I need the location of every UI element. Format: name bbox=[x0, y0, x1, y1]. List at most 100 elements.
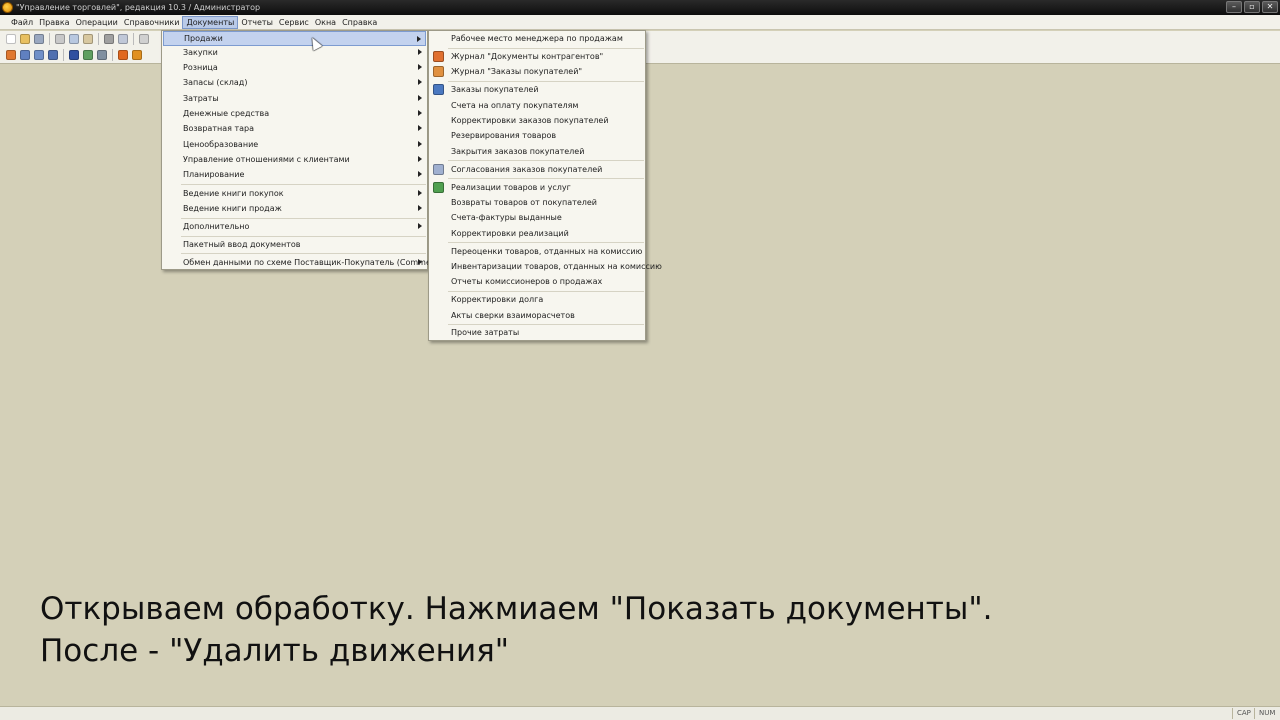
panel-icon-4[interactable] bbox=[48, 50, 58, 60]
copy-icon[interactable] bbox=[69, 34, 79, 44]
menu-help[interactable]: Справка bbox=[339, 16, 380, 29]
submenu-arrow-icon bbox=[418, 49, 422, 55]
menu-item-planning[interactable]: Планирование bbox=[163, 167, 426, 182]
menu-item-commerceml[interactable]: Обмен данными по схеме Поставщик-Покупат… bbox=[163, 255, 458, 270]
submenu-arrow-icon bbox=[418, 190, 422, 196]
submenu-item-reservations[interactable]: Резервирования товаров bbox=[430, 128, 644, 143]
panel-icon-2[interactable] bbox=[20, 50, 30, 60]
submenu-item-order-closings[interactable]: Закрытия заказов покупателей bbox=[430, 144, 644, 159]
menu-item-label: Ведение книги покупок bbox=[183, 189, 284, 198]
order-document-icon bbox=[433, 84, 444, 95]
submenu-arrow-icon bbox=[417, 36, 421, 42]
submenu-item-sales-of-goods[interactable]: Реализации товаров и услуг bbox=[430, 180, 644, 195]
caps-lock-indicator: CAP bbox=[1232, 708, 1255, 719]
menu-separator bbox=[181, 253, 426, 254]
orange-gear-icon[interactable] bbox=[118, 50, 128, 60]
menu-catalogs[interactable]: Справочники bbox=[121, 16, 183, 29]
menu-item-batch-input[interactable]: Пакетный ввод документов bbox=[163, 237, 426, 252]
menu-item-cash[interactable]: Денежные средства bbox=[163, 106, 426, 121]
open-folder-icon[interactable] bbox=[20, 34, 30, 44]
minimize-button[interactable]: – bbox=[1226, 1, 1242, 13]
menu-item-crm[interactable]: Управление отношениями с клиентами bbox=[163, 152, 426, 167]
subtitle-line-1: Открываем обработку. Нажмиаем "Показать … bbox=[40, 591, 993, 627]
print-icon[interactable] bbox=[104, 34, 114, 44]
menu-item-label: Ведение книги продаж bbox=[183, 204, 282, 213]
menu-item-returnable-tare[interactable]: Возвратная тара bbox=[163, 121, 426, 136]
submenu-item-commission-inventories[interactable]: Инвентаризации товаров, отданных на коми… bbox=[430, 259, 662, 274]
users-icon[interactable] bbox=[69, 50, 79, 60]
submenu-item-journal-customer-orders[interactable]: Журнал "Заказы покупателей" bbox=[430, 64, 644, 79]
submenu-item-commission-revaluations[interactable]: Переоценки товаров, отданных на комиссию bbox=[430, 244, 644, 259]
submenu-arrow-icon bbox=[418, 205, 422, 211]
submenu-item-debt-adjustments[interactable]: Корректировки долга bbox=[430, 292, 644, 307]
menu-item-additional[interactable]: Дополнительно bbox=[163, 219, 426, 234]
panel-icon-1[interactable] bbox=[6, 50, 16, 60]
menu-item-stock[interactable]: Запасы (склад) bbox=[163, 75, 426, 90]
submenu-item-label: Переоценки товаров, отданных на комиссию bbox=[451, 247, 643, 256]
submenu-item-customer-returns[interactable]: Возвраты товаров от покупателей bbox=[430, 195, 644, 210]
submenu-arrow-icon bbox=[418, 125, 422, 131]
save-icon[interactable] bbox=[34, 34, 44, 44]
menu-service[interactable]: Сервис bbox=[276, 16, 312, 29]
submenu-item-label: Прочие затраты bbox=[451, 328, 520, 337]
maximize-button[interactable]: ▫ bbox=[1244, 1, 1260, 13]
menu-item-pricing[interactable]: Ценообразование bbox=[163, 137, 426, 152]
close-button[interactable]: ✕ bbox=[1262, 1, 1278, 13]
submenu-item-issued-invoices[interactable]: Счета-фактуры выданные bbox=[430, 210, 644, 225]
submenu-item-label: Заказы покупателей bbox=[451, 85, 539, 94]
submenu-item-sales-adjustments[interactable]: Корректировки реализаций bbox=[430, 226, 644, 241]
menu-separator bbox=[448, 178, 644, 179]
window-controls: – ▫ ✕ bbox=[1226, 1, 1278, 13]
orange-tool-icon[interactable] bbox=[132, 50, 142, 60]
undo-icon[interactable] bbox=[139, 34, 149, 44]
submenu-item-commissioner-reports[interactable]: Отчеты комиссионеров о продажах bbox=[430, 274, 644, 289]
submenu-item-label: Корректировки реализаций bbox=[451, 229, 569, 238]
submenu-item-journal-counterparty-docs[interactable]: Журнал "Документы контрагентов" bbox=[430, 49, 644, 64]
submenu-item-order-adjustments[interactable]: Корректировки заказов покупателей bbox=[430, 113, 644, 128]
menu-file[interactable]: Файл bbox=[8, 16, 36, 29]
menu-item-label: Пакетный ввод документов bbox=[183, 240, 301, 249]
menu-windows[interactable]: Окна bbox=[312, 16, 339, 29]
grid-icon[interactable] bbox=[83, 50, 93, 60]
menu-reports[interactable]: Отчеты bbox=[238, 16, 276, 29]
menu-operations[interactable]: Операции bbox=[73, 16, 121, 29]
submenu-item-customer-orders[interactable]: Заказы покупателей bbox=[430, 82, 644, 97]
menu-item-label: Дополнительно bbox=[183, 222, 250, 231]
menu-item-retail[interactable]: Розница bbox=[163, 60, 426, 75]
menu-item-purchases[interactable]: Закупки bbox=[163, 45, 426, 60]
paste-icon[interactable] bbox=[83, 34, 93, 44]
approval-icon bbox=[433, 164, 444, 175]
menu-documents[interactable]: Документы bbox=[182, 15, 239, 29]
submenu-arrow-icon bbox=[418, 64, 422, 70]
menu-item-label: Продажи bbox=[184, 34, 223, 43]
documents-dropdown: Продажи Закупки Розница Запасы (склад) З… bbox=[161, 30, 458, 270]
submenu-arrow-icon bbox=[418, 259, 422, 265]
journal-icon bbox=[433, 66, 444, 77]
menu-item-label: Возвратная тара bbox=[183, 124, 255, 133]
cut-icon[interactable] bbox=[55, 34, 65, 44]
chart-icon[interactable] bbox=[97, 50, 107, 60]
menu-edit[interactable]: Правка bbox=[36, 16, 72, 29]
submenu-item-label: Журнал "Документы контрагентов" bbox=[451, 52, 604, 61]
submenu-arrow-icon bbox=[418, 110, 422, 116]
toolbar-separator bbox=[98, 33, 99, 45]
preview-icon[interactable] bbox=[118, 34, 128, 44]
submenu-item-order-approvals[interactable]: Согласования заказов покупателей bbox=[430, 162, 644, 177]
menu-item-label: Закупки bbox=[183, 48, 218, 57]
submenu-item-label: Реализации товаров и услуг bbox=[451, 183, 571, 192]
submenu-item-reconciliation-acts[interactable]: Акты сверки взаиморасчетов bbox=[430, 308, 644, 323]
submenu-item-invoices-for-payment[interactable]: Счета на оплату покупателям bbox=[430, 98, 644, 113]
new-document-icon[interactable] bbox=[6, 34, 16, 44]
submenu-item-label: Счета на оплату покупателям bbox=[451, 101, 579, 110]
menu-item-sales[interactable]: Продажи bbox=[163, 31, 426, 46]
submenu-item-label: Инвентаризации товаров, отданных на коми… bbox=[451, 262, 662, 271]
submenu-item-label: Отчеты комиссионеров о продажах bbox=[451, 277, 603, 286]
menu-item-sales-ledger[interactable]: Ведение книги продаж bbox=[163, 201, 426, 216]
menu-item-purchase-ledger[interactable]: Ведение книги покупок bbox=[163, 186, 426, 201]
panel-icon-3[interactable] bbox=[34, 50, 44, 60]
submenu-item-label: Закрытия заказов покупателей bbox=[451, 147, 585, 156]
submenu-item-other-costs[interactable]: Прочие затраты bbox=[430, 325, 644, 340]
title-bar: "Управление торговлей", редакция 10.3 / … bbox=[0, 0, 1280, 15]
submenu-item-sales-manager-workplace[interactable]: Рабочее место менеджера по продажам bbox=[430, 31, 644, 46]
menu-item-costs[interactable]: Затраты bbox=[163, 91, 426, 106]
